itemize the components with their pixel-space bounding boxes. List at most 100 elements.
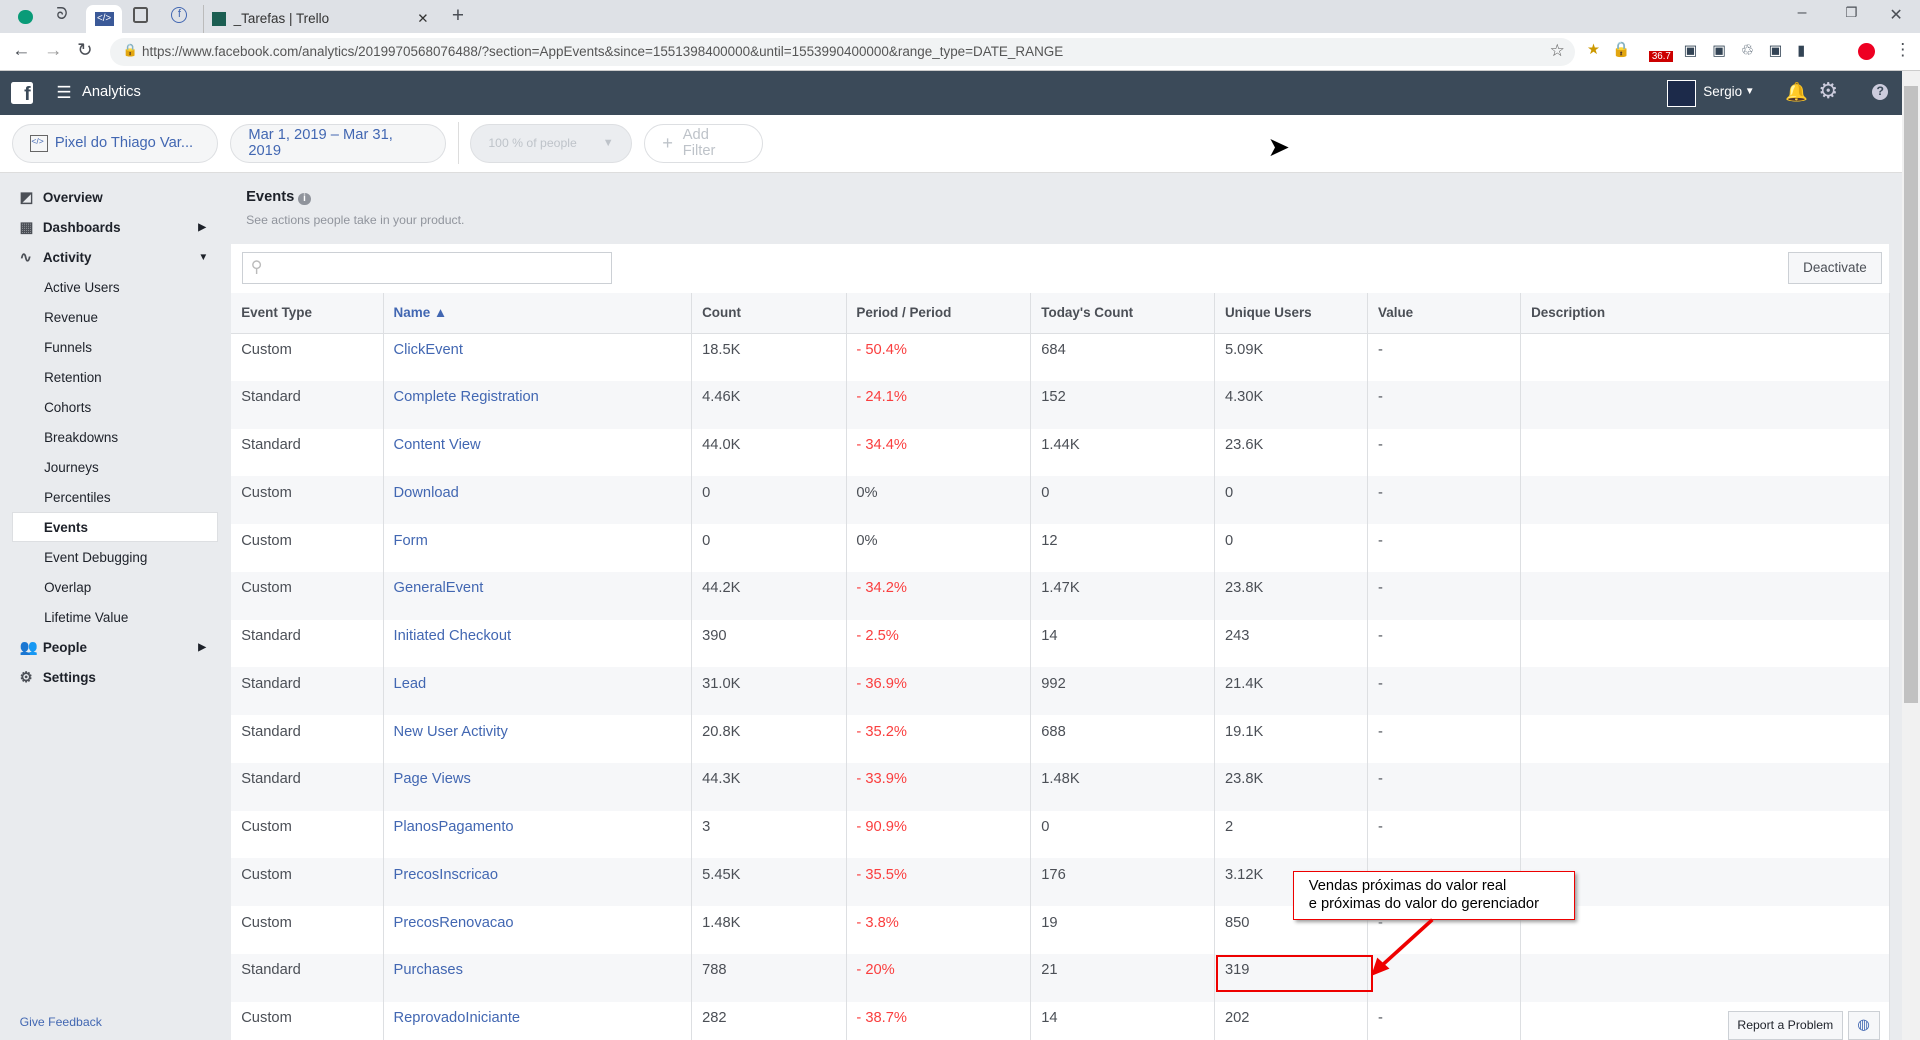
sidebar: ◩ Overview ▦ Dashboards ▶ ∿ Activity ▼ Active…	[0, 182, 230, 692]
sidebar-item-overlap[interactable]: Overlap	[0, 572, 230, 602]
user-menu[interactable]: Sergio	[1703, 84, 1742, 99]
cell-unique-users: 5.09K	[1214, 333, 1369, 381]
cell-count: 4.46K	[691, 380, 847, 429]
sidebar-item-cohorts[interactable]: Cohorts	[0, 392, 230, 422]
cell-name[interactable]: PrecosInscricao	[383, 858, 693, 907]
extension-icon[interactable]	[1857, 42, 1875, 60]
extension-icons[interactable]: ▣▣♲▣▮	[1684, 42, 1820, 59]
sidebar-item-funnels[interactable]: Funnels	[0, 332, 230, 362]
column-header-todays-count[interactable]: Today's Count	[1030, 292, 1216, 334]
cell-name[interactable]: Initiated Checkout	[383, 619, 693, 668]
cell-name[interactable]: Download	[383, 476, 693, 525]
column-header-count[interactable]: Count	[691, 292, 847, 334]
pinned-tab-icon[interactable]	[133, 7, 149, 24]
menu-kebab-icon[interactable]: ⋮	[1894, 39, 1911, 60]
cell-value: -	[1367, 715, 1522, 763]
back-icon[interactable]: ←	[12, 39, 30, 61]
cell-name[interactable]: ClickEvent	[383, 333, 693, 381]
table-row: Custom ClickEvent 18.5K - 50.4% 684 5.09K -	[231, 333, 1890, 381]
notifications-bell-icon[interactable]: 🔔	[1785, 81, 1808, 103]
extension-badge[interactable]: 36.7	[1649, 51, 1674, 63]
close-window-button[interactable]: ✕	[1889, 5, 1902, 25]
sidebar-item-retention[interactable]: Retention	[0, 362, 230, 392]
sidebar-item-breakdowns[interactable]: Breakdowns	[0, 422, 230, 452]
column-header-unique-users[interactable]: Unique Users	[1214, 292, 1369, 334]
report-problem-button[interactable]: Report a Problem	[1727, 1011, 1843, 1040]
events-table: Event Type Name ▲ Count Period / Period Toda…	[231, 292, 1890, 1040]
cell-unique-users: 4.30K	[1214, 380, 1369, 429]
cell-name[interactable]: Form	[383, 524, 693, 572]
new-tab-button[interactable]: +	[452, 4, 464, 28]
tab-trello[interactable]: _Tarefas | Trello ✕	[203, 4, 436, 34]
minimize-button[interactable]: –	[1798, 4, 1807, 22]
reload-icon[interactable]: ↻	[77, 39, 92, 61]
sidebar-item-revenue[interactable]: Revenue	[0, 302, 230, 332]
forward-icon[interactable]: →	[44, 39, 62, 61]
cell-count: 1.48K	[691, 906, 847, 954]
facebook-tab-icon[interactable]: f	[171, 7, 188, 24]
table-row: Standard Lead 31.0K - 36.9% 992 21.4K -	[231, 667, 1890, 716]
globe-icon[interactable]: ◍	[1847, 1011, 1880, 1040]
pixel-selector[interactable]: </> Pixel do Thiago Var...	[12, 123, 218, 163]
sidebar-item-event-debugging[interactable]: Event Debugging	[0, 542, 230, 572]
hamburger-icon[interactable]: ☰	[56, 82, 71, 103]
cell-name[interactable]: PrecosRenovacao	[383, 906, 693, 954]
sidebar-item-active-users[interactable]: Active Users	[0, 272, 230, 302]
sidebar-item-activity[interactable]: ∿ Activity ▼	[0, 242, 230, 272]
column-header-period[interactable]: Period / Period	[846, 292, 1032, 334]
cell-event-type: Custom	[231, 524, 384, 572]
avatar[interactable]	[1666, 79, 1696, 107]
people-percent-dropdown[interactable]: 100 % of people ▼	[470, 123, 632, 163]
table-row: Custom Download 0 0% 0 0-	[231, 476, 1890, 525]
pinned-tab-icon[interactable]	[18, 9, 34, 25]
facebook-logo[interactable]: f	[11, 82, 34, 105]
cell-name[interactable]: Page Views	[383, 762, 693, 811]
chevron-down-icon[interactable]: ▼	[1745, 86, 1755, 97]
cell-value: -	[1367, 810, 1522, 859]
bookmark-star-icon[interactable]: ☆	[1550, 40, 1565, 61]
cell-name[interactable]: ReprovadoIniciante	[383, 1001, 693, 1040]
cell-event-type: Standard	[231, 953, 384, 1002]
give-feedback-link[interactable]: Give Feedback	[20, 1015, 102, 1029]
scrollbar-thumb[interactable]	[1904, 85, 1918, 703]
column-header-description[interactable]: Description	[1520, 292, 1890, 334]
cell-period: - 24.1%	[846, 380, 1032, 429]
cell-name[interactable]: Purchases	[383, 953, 693, 1002]
pinned-tab-icon[interactable]: ᘐ	[56, 6, 67, 24]
active-tab[interactable]: </>	[85, 4, 123, 34]
info-icon[interactable]: i	[298, 192, 311, 205]
deactivate-button[interactable]: Deactivate	[1787, 252, 1883, 285]
cell-name[interactable]: GeneralEvent	[383, 571, 693, 620]
url-input[interactable]: 🔒 https://www.facebook.com/analytics/2019…	[110, 37, 1575, 67]
close-tab-icon[interactable]: ✕	[417, 11, 428, 27]
help-icon[interactable]: ?	[1872, 84, 1889, 101]
add-filter-button[interactable]: + Add Filter	[644, 123, 763, 163]
sidebar-item-overview[interactable]: ◩ Overview	[0, 182, 230, 212]
sidebar-item-events[interactable]: Events	[12, 512, 218, 543]
extension-icons[interactable]: ★🔒	[1587, 40, 1643, 58]
sidebar-item-dashboards[interactable]: ▦ Dashboards ▶	[0, 212, 230, 242]
sidebar-item-percentiles[interactable]: Percentiles	[0, 482, 230, 512]
cell-name[interactable]: Lead	[383, 667, 693, 716]
sidebar-item-journeys[interactable]: Journeys	[0, 452, 230, 482]
restore-button[interactable]: ❐	[1845, 5, 1857, 21]
cell-name[interactable]: Complete Registration	[383, 380, 693, 429]
sidebar-item-people[interactable]: 👥 People ▶	[0, 632, 230, 662]
mouse-cursor: ➤	[1267, 132, 1290, 163]
sidebar-item-lifetime-value[interactable]: Lifetime Value	[0, 602, 230, 632]
gear-icon[interactable]: ⚙	[1818, 78, 1838, 104]
column-header-name[interactable]: Name ▲	[383, 292, 693, 334]
cell-value: -	[1367, 380, 1522, 429]
cell-todays-count: 688	[1030, 715, 1216, 763]
cell-period: - 2.5%	[846, 619, 1032, 668]
sidebar-item-settings[interactable]: ⚙ Settings	[0, 662, 230, 692]
search-input[interactable]: ⚲	[242, 252, 613, 285]
date-range-picker[interactable]: Mar 1, 2019 – Mar 31, 2019	[230, 123, 446, 163]
column-header-event-type[interactable]: Event Type	[231, 292, 384, 334]
cell-name[interactable]: PlanosPagamento	[383, 810, 693, 859]
column-header-value[interactable]: Value	[1367, 292, 1522, 334]
cell-value: -	[1367, 619, 1522, 668]
cell-name[interactable]: New User Activity	[383, 715, 693, 763]
cell-name[interactable]: Content View	[383, 428, 693, 477]
scrollbar[interactable]	[1901, 71, 1920, 1040]
